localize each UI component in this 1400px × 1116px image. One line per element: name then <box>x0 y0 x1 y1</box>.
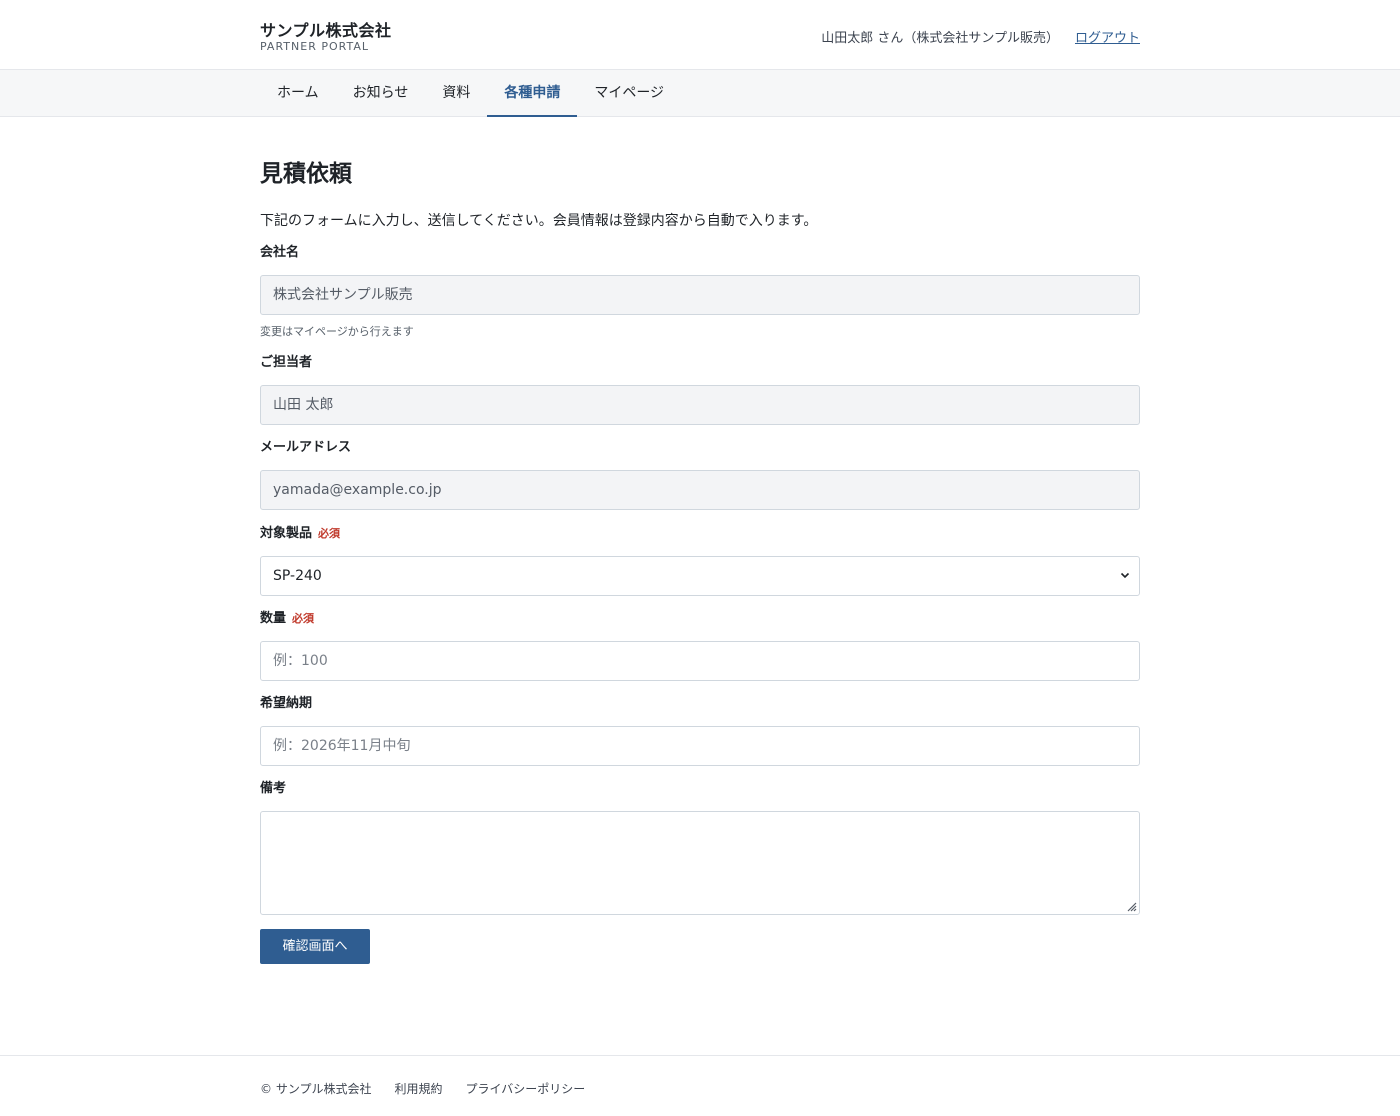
quantity-field: 数量 必須 例：100 <box>260 609 1140 681</box>
company-input[interactable]: 株式会社サンプル販売 <box>260 275 1140 315</box>
email-label: メールアドレス <box>260 440 352 455</box>
required-badge: 必須 <box>318 527 341 540</box>
company-label: 会社名 <box>260 245 300 260</box>
quantity-input[interactable]: 例：100 <box>260 641 1140 681</box>
notes-label: 備考 <box>260 781 287 796</box>
resize-handle-icon[interactable] <box>1125 900 1137 912</box>
nav-item-news[interactable]: お知らせ <box>336 70 426 117</box>
user-name: 山田太郎 さん（株式会社サンプル販売） <box>821 31 1059 46</box>
email-input[interactable]: yamada@example.co.jp <box>260 470 1140 510</box>
notes-field: 備考 <box>260 779 1140 915</box>
nav-item-mypage[interactable]: マイページ <box>577 70 681 117</box>
nav-item-applications[interactable]: 各種申請 <box>487 70 578 117</box>
privacy-link[interactable]: プライバシーポリシー <box>465 1080 585 1097</box>
portal-label: PARTNER PORTAL <box>260 40 369 53</box>
delivery-input[interactable]: 例：2026年11月中旬 <box>260 726 1140 766</box>
confirm-button[interactable]: 確認画面へ <box>260 929 370 964</box>
quantity-label: 数量 必須 <box>260 609 1140 629</box>
form-description: 下記のフォームに入力し、送信してください。会員情報は登録内容から自動で入ります。 <box>260 213 818 229</box>
company-field: 会社名 株式会社サンプル販売 変更はマイページから行えます <box>260 243 1140 339</box>
site-header: サンプル株式会社 PARTNER PORTAL 山田太郎 さん（株式会社サンプル… <box>0 0 1400 70</box>
email-field: メールアドレス yamada@example.co.jp <box>260 438 1140 510</box>
copyright: © サンプル株式会社 <box>260 1082 372 1096</box>
company-hint: 変更はマイページから行えます <box>260 325 414 338</box>
user-info: 山田太郎 さん（株式会社サンプル販売） ログアウト <box>821 27 1140 46</box>
logout-link[interactable]: ログアウト <box>1075 27 1140 46</box>
page-title: 見積依頼 <box>260 161 352 187</box>
notes-textarea[interactable] <box>260 811 1140 915</box>
terms-link[interactable]: 利用規約 <box>394 1080 442 1097</box>
contact-input[interactable]: 山田 太郎 <box>260 385 1140 425</box>
product-label-text: 対象製品 <box>260 526 313 541</box>
nav-item-home[interactable]: ホーム <box>260 70 336 117</box>
chevron-down-icon <box>1120 572 1130 579</box>
product-select[interactable]: SP-240 <box>260 556 1140 596</box>
contact-field: ご担当者 山田 太郎 <box>260 353 1140 425</box>
quantity-label-text: 数量 <box>260 611 287 626</box>
product-label: 対象製品 必須 <box>260 524 1140 544</box>
product-select-value: SP-240 <box>273 568 322 584</box>
required-badge: 必須 <box>292 612 315 625</box>
site-footer: © サンプル株式会社 利用規約 プライバシーポリシー <box>0 1055 1400 1116</box>
nav-item-documents[interactable]: 資料 <box>425 70 487 117</box>
delivery-field: 希望納期 例：2026年11月中旬 <box>260 694 1140 766</box>
contact-label: ご担当者 <box>260 355 313 370</box>
delivery-label: 希望納期 <box>260 696 313 711</box>
main-nav: ホーム お知らせ 資料 各種申請 マイページ <box>0 70 1400 117</box>
product-field: 対象製品 必須 SP-240 <box>260 524 1140 596</box>
company-logo-text[interactable]: サンプル株式会社 <box>260 17 392 41</box>
